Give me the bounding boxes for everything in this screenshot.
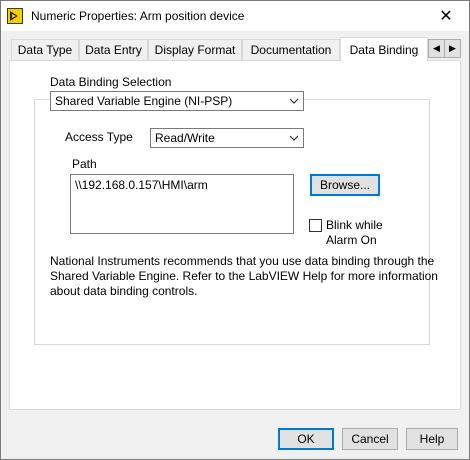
binding-selection-value: Shared Variable Engine (NI-PSP) [55,94,233,108]
chevron-down-icon [286,93,302,109]
selection-label: Data Binding Selection [50,75,172,89]
title-bar[interactable]: Numeric Properties: Arm position device … [1,1,469,31]
blink-checkbox[interactable] [309,219,322,232]
path-value: \\192.168.0.157\HMI\arm [75,178,208,192]
help-button[interactable]: Help [406,428,458,450]
labview-app-icon [7,8,23,24]
tab-strip: Data Type Data Entry Display Format Docu… [9,37,461,61]
blink-label-line2: Alarm On [326,233,377,247]
info-line: Shared Variable Engine. Refer to the Lab… [50,269,438,283]
info-line: National Instruments recommends that you… [50,254,435,268]
window-title: Numeric Properties: Arm position device [31,9,245,23]
tab-data-entry[interactable]: Data Entry [79,39,148,60]
dialog-window: Numeric Properties: Arm position device … [0,0,470,460]
access-type-dropdown[interactable]: Read/Write [150,128,304,148]
browse-button[interactable]: Browse... [310,174,380,196]
tab-scroll-left-icon[interactable]: ◀ [428,39,445,58]
blink-label-line1: Blink while [326,218,383,232]
binding-selection-dropdown[interactable]: Shared Variable Engine (NI-PSP) [50,91,304,111]
close-icon[interactable]: ✕ [423,1,469,31]
path-input[interactable]: \\192.168.0.157\HMI\arm [70,174,294,234]
tab-display-format[interactable]: Display Format [148,39,242,60]
chevron-down-icon [286,130,302,146]
path-label: Path [72,157,97,171]
data-binding-panel: Data Binding Selection Shared Variable E… [9,60,461,410]
ok-button[interactable]: OK [278,428,334,450]
access-type-value: Read/Write [155,131,215,145]
cancel-button[interactable]: Cancel [342,428,398,450]
access-type-label: Access Type [65,130,133,144]
tab-data-binding[interactable]: Data Binding [340,37,428,61]
tab-documentation[interactable]: Documentation [242,39,340,60]
tab-scroll-right-icon[interactable]: ▶ [444,39,461,58]
info-text: National Instruments recommends that you… [50,254,438,299]
info-line: about data binding controls. [50,284,198,298]
tab-data-type[interactable]: Data Type [11,39,79,60]
